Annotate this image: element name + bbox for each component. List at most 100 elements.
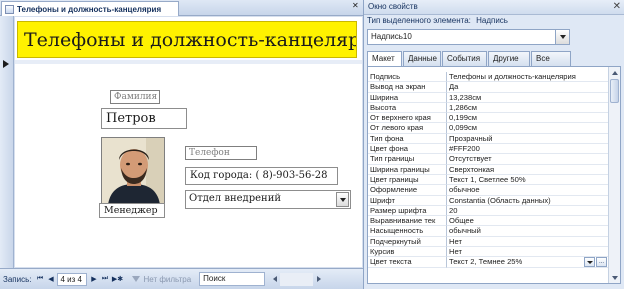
selection-type-value: Надпись (476, 16, 508, 25)
property-value[interactable]: 0,199см (447, 113, 608, 124)
record-position-input[interactable]: 4 из 4 (57, 272, 88, 286)
property-value[interactable]: 13,238см (447, 93, 608, 103)
property-name: От левого края (368, 123, 447, 134)
property-row[interactable]: Оформление обычное (368, 185, 608, 196)
close-form-icon[interactable]: ✕ (352, 1, 359, 10)
tab-other[interactable]: Другие (488, 51, 530, 66)
property-row[interactable]: Шрифт Constantia (Область данных) (368, 195, 608, 206)
record-label: Запись: (3, 274, 32, 284)
property-value[interactable]: Общее (447, 216, 608, 227)
property-row[interactable]: Тип фона Прозрачный (368, 133, 608, 145)
property-row[interactable]: Высота 1,286см (368, 102, 608, 114)
dropdown-arrow-icon[interactable] (555, 30, 569, 44)
document-tab-form[interactable]: Телефоны и должность-канцелярия (1, 1, 179, 16)
property-name: Размер шрифта (368, 205, 447, 217)
property-name: Ширина (368, 92, 447, 103)
property-name: Подчеркнутый (368, 236, 447, 248)
property-row[interactable]: Курсив Нет (368, 247, 608, 258)
previous-record-button[interactable]: ◀ (45, 273, 56, 286)
property-value[interactable]: Телефоны и должность-канцелярия (447, 72, 608, 83)
property-name: Тип фона (368, 133, 447, 145)
lastname-label[interactable]: Фамилия (110, 90, 160, 104)
property-value[interactable]: Нет (447, 237, 608, 248)
scroll-right-icon[interactable] (313, 273, 324, 286)
property-row[interactable]: Цвет границы Текст 1, Светлее 50% (368, 174, 608, 186)
record-selector[interactable] (0, 16, 14, 268)
tab-layout[interactable]: Макет (367, 51, 402, 67)
form-icon (5, 4, 14, 14)
tab-data[interactable]: Данные (403, 51, 441, 66)
selection-type: Тип выделенного элемента: Надпись (367, 16, 508, 25)
property-row[interactable]: Тип границы Отсутствует (368, 154, 608, 165)
form-title-label[interactable]: Телефоны и должность-канцелярия (17, 21, 357, 58)
property-name: Цвет текста (368, 257, 447, 268)
phone-label[interactable]: Телефон (185, 146, 257, 160)
tab-all[interactable]: Все (531, 51, 571, 66)
document-tab-bar: Телефоны и должность-канцелярия ✕ (0, 0, 363, 16)
property-row[interactable]: Выравнивание тек Общее (368, 216, 608, 227)
value-builder-button[interactable]: ... (596, 257, 607, 268)
property-sheet-title: Окно свойств (368, 2, 418, 11)
first-record-button[interactable]: ⏮ (34, 273, 45, 286)
scroll-up-icon[interactable] (609, 67, 620, 78)
property-row[interactable]: Вывод на экран Да (368, 82, 608, 93)
property-row[interactable]: Цвет фона #FFF200 (368, 144, 608, 155)
property-value[interactable]: Сверхтонкая (447, 165, 608, 175)
property-name: Ширина границы (368, 164, 447, 175)
property-name: Выравнивание тек (368, 216, 447, 227)
dropdown-arrow-icon[interactable] (336, 192, 349, 207)
search-input[interactable]: Поиск (199, 272, 266, 286)
property-value[interactable]: Отсутствует (447, 154, 608, 165)
property-value[interactable]: обычный (447, 226, 608, 237)
property-row[interactable]: Размер шрифта 20 (368, 205, 608, 217)
property-row[interactable]: Ширина границы Сверхтонкая (368, 164, 608, 175)
scroll-thumb[interactable] (610, 79, 619, 103)
property-name: Курсив (368, 247, 447, 258)
phone-field[interactable]: Код города: ( 8)-903-56-28 (185, 167, 338, 185)
property-row[interactable]: Подпись Телефоны и должность-канцелярия (368, 72, 608, 83)
employee-photo[interactable] (101, 137, 165, 204)
horizontal-scrollbar[interactable] (269, 272, 324, 286)
position-field[interactable]: Менеджер (99, 203, 165, 218)
property-vertical-scrollbar[interactable] (608, 67, 620, 283)
value-dropdown-button[interactable] (584, 257, 595, 268)
property-value[interactable]: обычное (447, 185, 608, 196)
filter-toggle[interactable]: Нет фильтра (132, 275, 191, 284)
scroll-down-icon[interactable] (609, 272, 620, 283)
property-row[interactable]: От левого края 0,099см (368, 123, 608, 134)
property-value[interactable]: Прозрачный (447, 134, 608, 145)
property-row[interactable]: Ширина 13,238см (368, 92, 608, 103)
property-name: Цвет границы (368, 174, 447, 186)
next-record-button[interactable]: ▶ (88, 273, 99, 286)
property-row[interactable]: Подчеркнутый Нет (368, 236, 608, 248)
current-record-arrow-icon (3, 60, 9, 68)
property-row[interactable]: От верхнего края 0,199см (368, 113, 608, 124)
department-combobox[interactable]: Отдел внедрений (185, 190, 351, 209)
property-value[interactable]: 20 (447, 206, 608, 217)
property-value[interactable]: Текст 1, Светлее 50% (447, 175, 608, 186)
object-selector-combobox[interactable]: Надпись10 (367, 29, 570, 45)
last-record-button[interactable]: ⏭ (99, 273, 110, 286)
property-name: Подпись (368, 72, 447, 83)
new-record-button[interactable]: ▶✱ (110, 273, 124, 286)
section-divider (15, 60, 362, 64)
property-value[interactable]: #FFF200 (447, 144, 608, 155)
close-property-sheet-icon[interactable]: ✕ (613, 1, 621, 13)
property-value[interactable]: Нет (447, 247, 608, 258)
lastname-field[interactable]: Петров (101, 108, 187, 129)
tab-events[interactable]: События (442, 51, 487, 66)
property-value[interactable]: 1,286см (447, 103, 608, 114)
property-value[interactable]: 0,099см (447, 123, 608, 134)
form-window: Телефоны и должность-канцелярия ✕ Телефо… (0, 0, 363, 289)
property-name: Оформление (368, 185, 447, 196)
property-value[interactable]: Constantia (Область данных) (447, 196, 608, 206)
scroll-left-icon[interactable] (269, 273, 280, 286)
form-body: Телефоны и должность-канцелярия Фамилия … (15, 17, 362, 267)
property-row[interactable]: Насыщенность обычный (368, 226, 608, 237)
property-value[interactable]: Да (447, 82, 608, 93)
property-rows: Подпись Телефоны и должность-канцелярия В… (368, 72, 608, 268)
property-name: Насыщенность (368, 226, 447, 237)
property-row[interactable]: Цвет текста Текст 2, Темнее 25% ... (368, 257, 608, 268)
scroll-track[interactable] (280, 272, 314, 286)
department-value: Отдел внедрений (189, 193, 282, 204)
